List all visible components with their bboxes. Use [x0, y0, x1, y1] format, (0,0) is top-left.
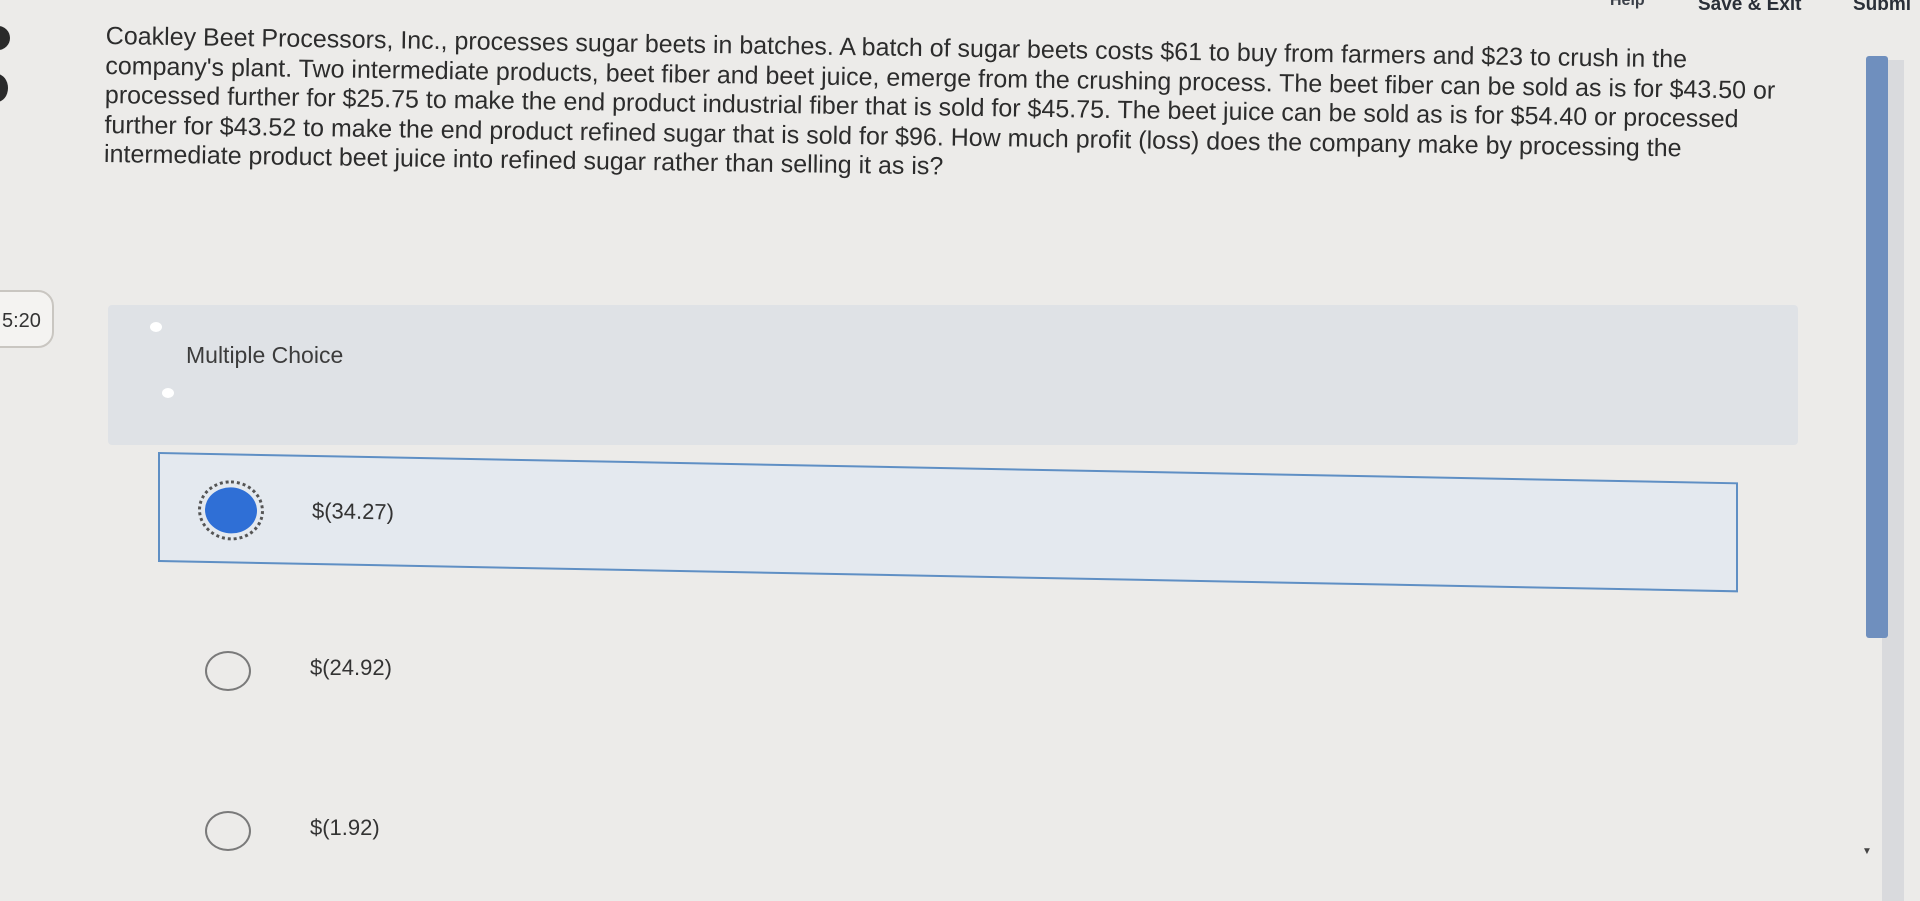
radio-unselected-icon[interactable]	[205, 651, 251, 691]
answer-panel-header	[108, 305, 1798, 445]
question-text: Coakley Beet Processors, Inc., processes…	[103, 22, 1776, 181]
answer-option[interactable]: $(1.92)	[158, 775, 1738, 885]
answer-option[interactable]: $(24.92)	[158, 615, 1738, 725]
nav-dot-icon[interactable]	[0, 74, 8, 102]
submit-button[interactable]: Submi	[1853, 0, 1911, 16]
scroll-down-icon[interactable]: ▼	[1862, 846, 1872, 857]
scrollbar-thumb[interactable]	[1866, 56, 1888, 638]
radio-selected-icon[interactable]	[198, 479, 264, 542]
save-exit-button[interactable]: Save & Exit	[1698, 0, 1802, 16]
answer-option-label: $(34.27)	[312, 497, 394, 525]
radio-unselected-icon[interactable]	[205, 811, 251, 851]
glare-spot	[162, 388, 174, 398]
glare-spot	[150, 322, 162, 332]
answer-option[interactable]: $(34.27)	[158, 452, 1738, 593]
nav-dot-icon[interactable]	[0, 26, 10, 50]
help-link[interactable]: Help	[1610, 0, 1645, 10]
answer-option-label: $(1.92)	[310, 815, 380, 840]
timer-text: 5:20	[2, 310, 41, 332]
top-bar: Help Save & Exit Submi	[0, 0, 1920, 26]
answer-option-label: $(24.92)	[310, 655, 392, 680]
timer: 5:20	[0, 290, 54, 348]
question-type-label: Multiple Choice	[186, 342, 344, 368]
